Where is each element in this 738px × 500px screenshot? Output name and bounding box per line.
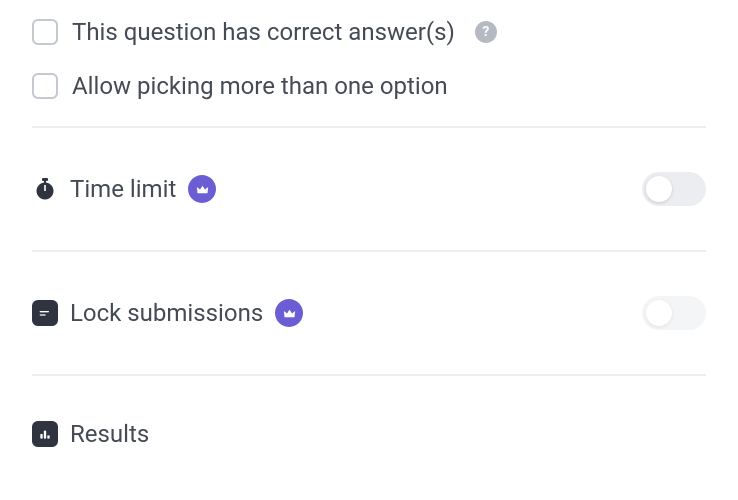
- help-icon[interactable]: ?: [475, 21, 497, 43]
- correct-answers-option: This question has correct answer(s) ?: [32, 18, 706, 46]
- divider: [32, 374, 706, 376]
- multiple-options-option: Allow picking more than one option: [32, 72, 706, 100]
- correct-answers-checkbox[interactable]: [32, 19, 58, 45]
- multiple-options-label: Allow picking more than one option: [72, 72, 448, 100]
- bar-chart-icon: [32, 421, 58, 447]
- stopwatch-icon: [32, 176, 58, 202]
- multiple-options-checkbox[interactable]: [32, 73, 58, 99]
- correct-answers-label: This question has correct answer(s): [72, 18, 455, 46]
- time-limit-section: Time limit: [32, 136, 706, 242]
- message-icon: [32, 300, 58, 326]
- lock-submissions-toggle[interactable]: [642, 296, 706, 330]
- divider: [32, 126, 706, 128]
- crown-icon: [188, 175, 216, 203]
- divider: [32, 250, 706, 252]
- lock-submissions-section: Lock submissions: [32, 260, 706, 366]
- results-section: Results: [32, 384, 706, 468]
- time-limit-label: Time limit: [70, 175, 176, 203]
- lock-submissions-label: Lock submissions: [70, 299, 263, 327]
- crown-icon: [275, 299, 303, 327]
- results-label: Results: [70, 420, 149, 448]
- time-limit-toggle[interactable]: [642, 172, 706, 206]
